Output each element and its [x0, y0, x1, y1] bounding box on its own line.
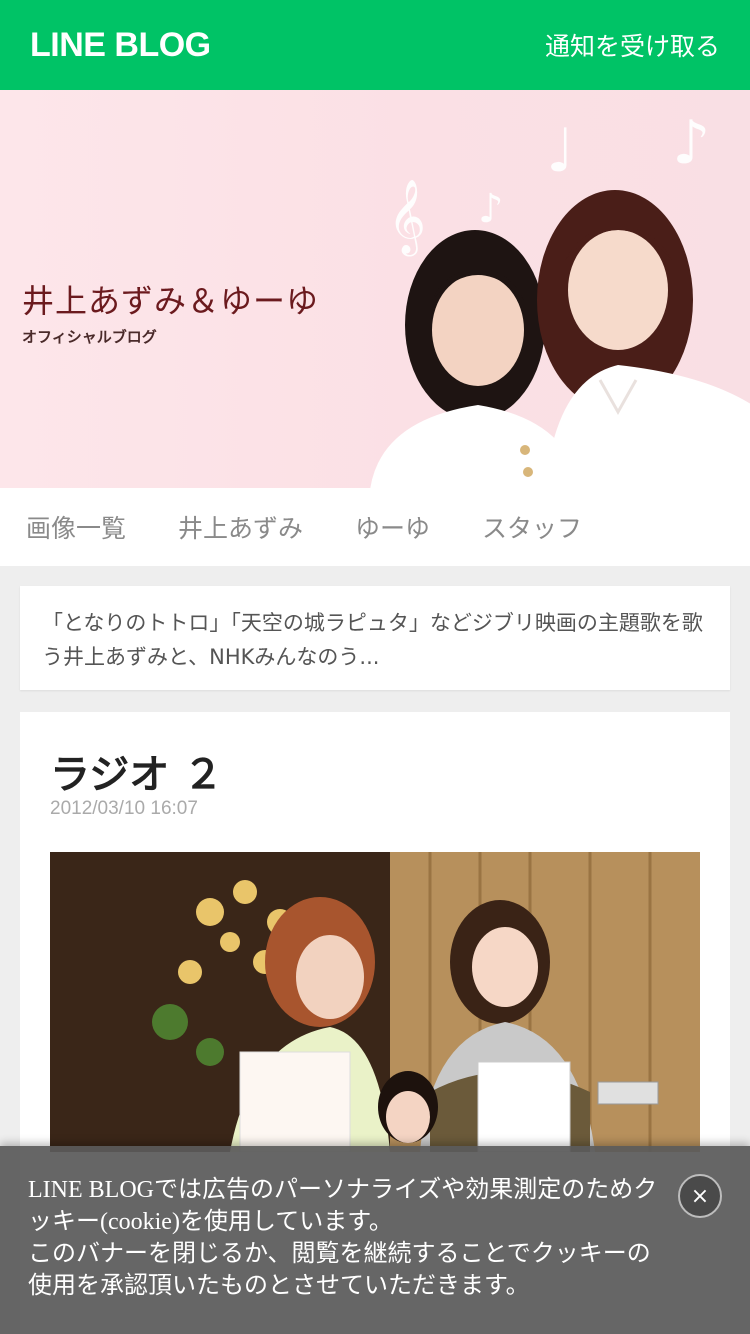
hero-portrait-image — [370, 190, 750, 488]
blog-title: 井上あずみ＆ゆーゆ — [22, 282, 320, 320]
post-date: 2012/03/10 16:07 — [50, 798, 198, 819]
app-header: LINE BLOG 通知を受け取る — [0, 0, 750, 90]
nav-item-staff[interactable]: スタッフ — [482, 509, 582, 545]
nav-item-yuyu[interactable]: ゆーゆ — [355, 509, 430, 545]
blog-description-card[interactable]: 「となりのトトロ」「天空の城ラピュタ」などジブリ映画の主題歌を歌う井上あずみと、… — [20, 586, 730, 690]
cookie-text-line1: LINE BLOGでは広告のパーソナライズや効果測定のためクッキー(cookie… — [28, 1177, 658, 1235]
blog-nav: 画像一覧 井上あずみ ゆーゆ スタッフ — [0, 488, 750, 566]
close-icon[interactable]: × — [678, 1174, 722, 1218]
nav-item-azumi[interactable]: 井上あずみ — [178, 509, 303, 545]
blog-header-banner: 𝄞 ♪ ♩ ♪ 井上あずみ＆ゆーゆ オフィシャルブログ — [0, 90, 750, 488]
cookie-consent-banner: LINE BLOGでは広告のパーソナライズや効果測定のためクッキー(cookie… — [0, 1146, 750, 1334]
blog-description: 「となりのトトロ」「天空の城ラピュタ」などジブリ映画の主題歌を歌う井上あずみと、… — [42, 611, 703, 669]
post-title[interactable]: ラジオ ２ — [50, 742, 223, 800]
cookie-text-line2: このバナーを閉じるか、閲覧を継続することでクッキーの使用を承認頂いたものとさせて… — [28, 1241, 651, 1299]
post-photo[interactable] — [50, 852, 700, 1152]
blog-subtitle: オフィシャルブログ — [22, 328, 157, 346]
notify-button[interactable]: 通知を受け取る — [545, 27, 720, 63]
nav-item-image-list[interactable]: 画像一覧 — [26, 509, 126, 545]
line-blog-logo[interactable]: LINE BLOG — [30, 26, 211, 65]
